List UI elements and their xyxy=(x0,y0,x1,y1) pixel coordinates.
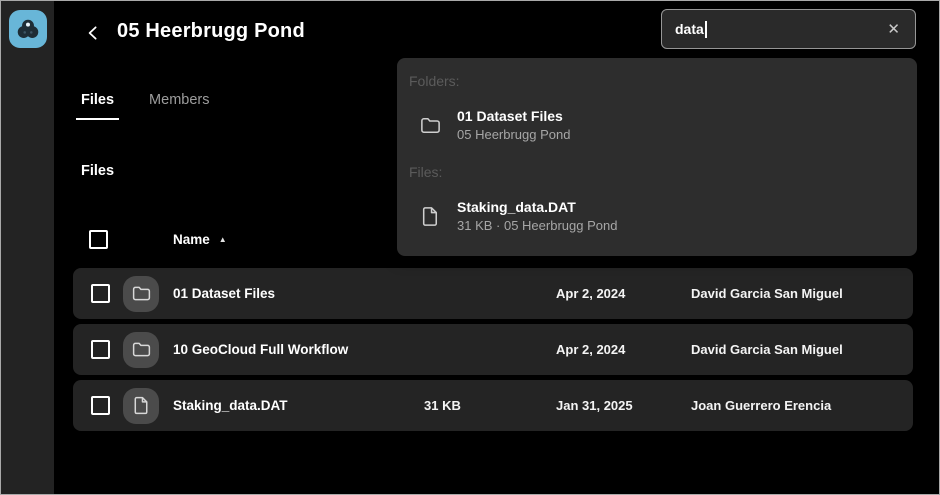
row-date: Apr 2, 2024 xyxy=(556,286,691,301)
result-texts: 01 Dataset Files 05 Heerbrugg Pond xyxy=(457,108,570,142)
files-group-label: Files: xyxy=(409,164,917,180)
folder-icon xyxy=(131,339,152,360)
row-date: Jan 31, 2025 xyxy=(556,398,691,413)
row-checkbox[interactable] xyxy=(91,396,110,415)
row-checkbox[interactable] xyxy=(91,340,110,359)
search-results-dropdown: Folders: 01 Dataset Files 05 Heerbrugg P… xyxy=(397,58,917,256)
tab-members[interactable]: Members xyxy=(149,92,209,120)
search-result-folder[interactable]: 01 Dataset Files 05 Heerbrugg Pond xyxy=(419,108,917,142)
chevron-left-icon xyxy=(84,24,102,42)
folders-group-label: Folders: xyxy=(409,73,917,89)
row-icon-chip xyxy=(123,388,159,424)
result-subtitle: 31 KB · 05 Heerbrugg Pond xyxy=(457,218,617,233)
file-icon xyxy=(419,205,442,228)
search-query-text: data xyxy=(675,21,704,37)
result-texts: Staking_data.DAT 31 KB · 05 Heerbrugg Po… xyxy=(457,199,617,233)
row-icon-chip xyxy=(123,276,159,312)
result-subtitle: 05 Heerbrugg Pond xyxy=(457,127,570,142)
result-name: Staking_data.DAT xyxy=(457,199,617,215)
row-size: 31 KB xyxy=(424,398,556,413)
row-owner: Joan Guerrero Erencia xyxy=(691,398,913,413)
back-button[interactable] xyxy=(81,21,105,45)
tab-files[interactable]: Files xyxy=(76,92,119,120)
folder-icon xyxy=(131,283,152,304)
row-name: Staking_data.DAT xyxy=(173,398,424,413)
row-date: Apr 2, 2024 xyxy=(556,342,691,357)
result-name: 01 Dataset Files xyxy=(457,108,570,124)
app-window: 05 Heerbrugg Pond data ✕ Files Members F… xyxy=(0,0,940,495)
row-checkbox[interactable] xyxy=(91,284,110,303)
text-caret xyxy=(705,21,707,38)
search-input[interactable]: data ✕ xyxy=(661,9,916,49)
table-row[interactable]: Staking_data.DAT 31 KB Jan 31, 2025 Joan… xyxy=(73,380,913,431)
files-section-heading: Files xyxy=(81,163,114,179)
column-header-name[interactable]: Name ▲ xyxy=(173,232,424,247)
search-result-file[interactable]: Staking_data.DAT 31 KB · 05 Heerbrugg Po… xyxy=(419,199,917,233)
row-owner: David Garcia San Miguel xyxy=(691,286,913,301)
close-icon[interactable]: ✕ xyxy=(885,20,902,39)
folder-icon xyxy=(419,114,442,137)
row-name: 01 Dataset Files xyxy=(173,286,424,301)
tab-bar: Files Members xyxy=(81,92,209,120)
table-row[interactable]: 10 GeoCloud Full Workflow Apr 2, 2024 Da… xyxy=(73,324,913,375)
row-name: 10 GeoCloud Full Workflow xyxy=(173,342,424,357)
select-all-checkbox[interactable] xyxy=(89,230,108,249)
row-icon-chip xyxy=(123,332,159,368)
app-logo[interactable] xyxy=(9,10,47,48)
sidebar xyxy=(1,1,54,494)
table-row[interactable]: 01 Dataset Files Apr 2, 2024 David Garci… xyxy=(73,268,913,319)
file-icon xyxy=(131,395,152,416)
row-owner: David Garcia San Miguel xyxy=(691,342,913,357)
sort-ascending-icon: ▲ xyxy=(219,235,227,244)
page-title: 05 Heerbrugg Pond xyxy=(117,20,305,43)
geocloud-logo-icon xyxy=(14,15,42,43)
name-column-label: Name xyxy=(173,232,210,247)
